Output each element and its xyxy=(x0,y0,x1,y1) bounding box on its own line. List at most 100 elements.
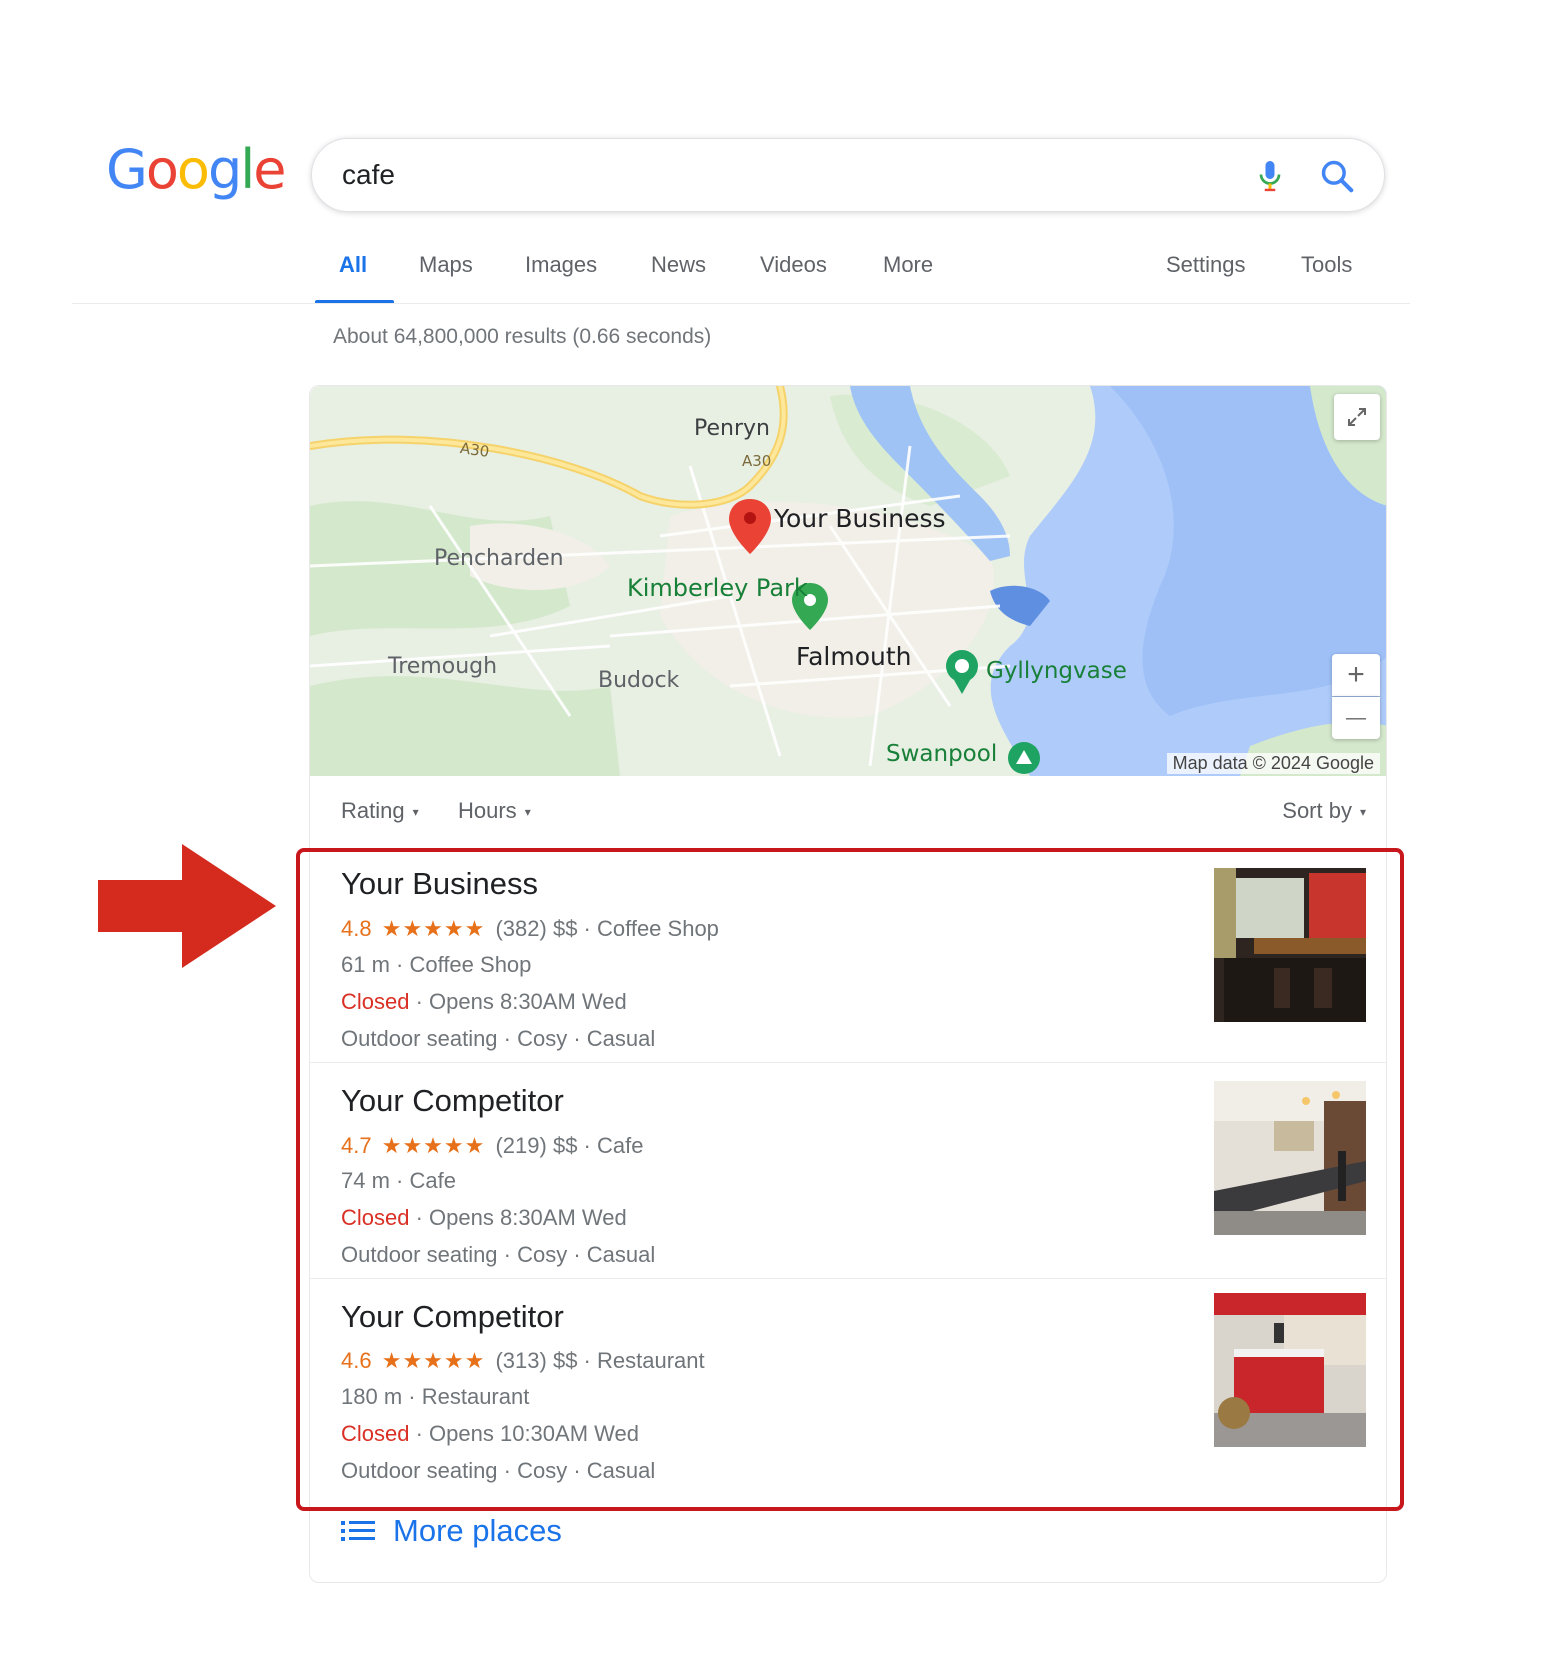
open-status: Closed xyxy=(341,989,410,1014)
listing-category: Cafe xyxy=(597,1133,644,1158)
search-icon[interactable] xyxy=(1318,157,1356,195)
listing-distance-line: 180 m · Restaurant xyxy=(341,1384,530,1409)
hours-filter-label: Hours xyxy=(458,798,517,823)
arrow-right-icon xyxy=(98,844,276,968)
more-places-label: More places xyxy=(393,1513,562,1548)
tab-more[interactable]: More xyxy=(883,252,933,278)
opening-time: Opens 8:30AM Wed xyxy=(429,989,627,1014)
sort-by-dropdown[interactable]: Sort by ▾ xyxy=(1282,798,1366,824)
tab-images[interactable]: Images xyxy=(525,252,597,278)
logo-letter: G xyxy=(106,138,148,201)
swanpool-pin-icon[interactable] xyxy=(1008,742,1040,774)
map-road-label: A30 xyxy=(458,439,491,461)
map-label-swanpool[interactable]: Swanpool xyxy=(886,741,997,767)
logo-letter: o xyxy=(145,138,179,201)
listing-type: Cafe xyxy=(409,1168,456,1193)
tab-maps[interactable]: Maps xyxy=(419,252,473,278)
local-pack: Penryn A30 A30 Your Business Pencharden … xyxy=(309,385,1387,1583)
listing-distance: 61 m xyxy=(341,952,390,977)
map-attribution: Map data © 2024 Google xyxy=(1166,753,1380,774)
listing-hours-line: Closed · Opens 8:30AM Wed xyxy=(341,1205,627,1230)
map-label-tremough: Tremough xyxy=(388,654,498,679)
listing-name: Your Competitor xyxy=(341,1083,564,1118)
map-label-gyllyngvase[interactable]: Gyllyngvase xyxy=(986,658,1127,684)
star-rating-icon: ★★★★★ xyxy=(381,1348,486,1373)
map-label-penryn: Penryn xyxy=(694,416,770,441)
mic-icon[interactable] xyxy=(1252,157,1288,195)
tab-all[interactable]: All xyxy=(339,252,367,278)
header-divider xyxy=(72,303,1410,304)
listing-rating-line: 4.8 ★★★★★ (382) $$ · Coffee Shop xyxy=(341,916,719,941)
price-level: $$ xyxy=(552,1348,578,1373)
tools-link[interactable]: Tools xyxy=(1301,252,1352,278)
listing-rating-line: 4.7 ★★★★★ (219) $$ · Cafe xyxy=(341,1133,644,1158)
caret-down-icon: ▾ xyxy=(412,805,419,820)
review-count: (313) xyxy=(495,1348,547,1373)
filter-bar: Rating ▾ Hours ▾ Sort by ▾ xyxy=(310,776,1386,846)
logo-letter: g xyxy=(207,138,242,201)
map-label-budock: Budock xyxy=(598,668,680,693)
sort-by-label: Sort by xyxy=(1282,798,1352,823)
zoom-out-button[interactable]: — xyxy=(1332,697,1380,739)
listing-attributes: Outdoor seating · Cosy · Casual xyxy=(341,1458,656,1483)
google-logo[interactable]: Google xyxy=(106,138,286,201)
map-road-label: A30 xyxy=(742,452,772,470)
logo-letter: l xyxy=(240,138,255,201)
settings-link[interactable]: Settings xyxy=(1166,252,1246,278)
listing-attributes: Outdoor seating · Cosy · Casual xyxy=(341,1242,656,1267)
opening-time: Opens 8:30AM Wed xyxy=(429,1205,627,1230)
listing-category: Restaurant xyxy=(597,1348,705,1373)
listing-rating-line: 4.6 ★★★★★ (313) $$ · Restaurant xyxy=(341,1348,705,1373)
listing-your-business[interactable]: Your Business 4.8 ★★★★★ (382) $$ · Coffe… xyxy=(310,846,1386,1062)
rating-filter-label: Rating xyxy=(341,798,405,823)
listing-type: Restaurant xyxy=(421,1384,530,1409)
star-rating-icon: ★★★★★ xyxy=(381,916,486,941)
hours-filter[interactable]: Hours ▾ xyxy=(458,798,531,824)
map-label-pencharden: Pencharden xyxy=(434,546,564,571)
listing-photo[interactable] xyxy=(1214,868,1366,1022)
price-level: $$ xyxy=(552,1133,578,1158)
map-label-kimberley-park[interactable]: Kimberley Park xyxy=(627,574,808,602)
rating-value: 4.8 xyxy=(341,916,372,941)
search-box xyxy=(311,138,1385,212)
open-status: Closed xyxy=(341,1205,410,1230)
review-count: (382) xyxy=(495,916,547,941)
rating-filter[interactable]: Rating ▾ xyxy=(341,798,419,824)
review-count: (219) xyxy=(495,1133,547,1158)
listing-competitor-1[interactable]: Your Competitor 4.7 ★★★★★ (219) $$ · Caf… xyxy=(310,1062,1386,1278)
price-level: $$ xyxy=(552,916,578,941)
listing-competitor-2[interactable]: Your Competitor 4.6 ★★★★★ (313) $$ · Res… xyxy=(310,1278,1386,1494)
listing-attributes: Outdoor seating · Cosy · Casual xyxy=(341,1026,656,1051)
tab-videos[interactable]: Videos xyxy=(760,252,827,278)
open-status: Closed xyxy=(341,1421,410,1446)
fullscreen-button[interactable] xyxy=(1334,394,1380,440)
listing-name: Your Business xyxy=(341,866,539,901)
listing-distance: 180 m xyxy=(341,1384,403,1409)
listing-distance: 74 m xyxy=(341,1168,390,1193)
caret-down-icon: ▾ xyxy=(524,805,531,820)
listing-photo[interactable] xyxy=(1214,1293,1366,1447)
more-places-link[interactable]: More places xyxy=(341,1506,562,1556)
list-icon xyxy=(341,1521,375,1541)
listing-hours-line: Closed · Opens 10:30AM Wed xyxy=(341,1421,639,1446)
map[interactable]: Penryn A30 A30 Your Business Pencharden … xyxy=(310,386,1386,776)
rating-value: 4.7 xyxy=(341,1133,372,1158)
listing-hours-line: Closed · Opens 8:30AM Wed xyxy=(341,989,627,1014)
listing-name: Your Competitor xyxy=(341,1299,564,1334)
search-tabs: All Maps Images News Videos More Setting… xyxy=(316,246,1376,306)
expand-icon xyxy=(1348,408,1366,426)
result-stats: About 64,800,000 results (0.66 seconds) xyxy=(333,325,712,348)
map-label-your-business[interactable]: Your Business xyxy=(774,504,946,533)
listing-distance-line: 74 m · Cafe xyxy=(341,1168,456,1193)
rating-value: 4.6 xyxy=(341,1348,372,1373)
opening-time: Opens 10:30AM Wed xyxy=(429,1421,639,1446)
logo-letter: e xyxy=(253,138,286,201)
star-rating-icon: ★★★★★ xyxy=(381,1133,486,1158)
caret-down-icon: ▾ xyxy=(1359,805,1366,820)
zoom-in-button[interactable]: + xyxy=(1332,654,1380,696)
listing-distance-line: 61 m · Coffee Shop xyxy=(341,952,532,977)
listing-photo[interactable] xyxy=(1214,1081,1366,1235)
search-input[interactable] xyxy=(342,153,1222,197)
tab-news[interactable]: News xyxy=(651,252,706,278)
logo-letter: o xyxy=(176,138,210,201)
